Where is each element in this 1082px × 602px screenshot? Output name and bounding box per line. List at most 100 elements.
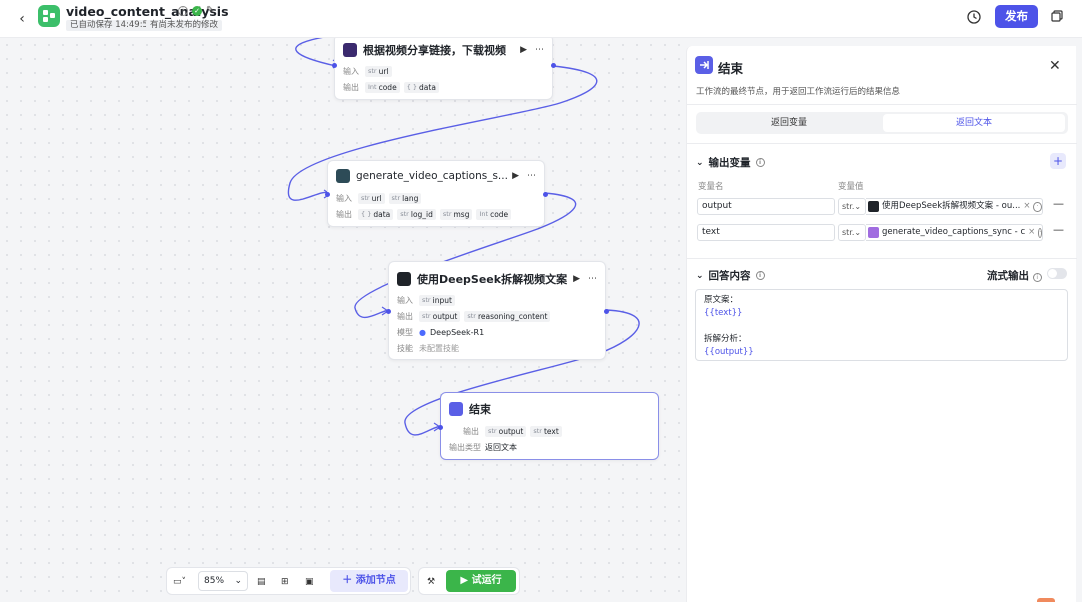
node-deepseek-analysis[interactable]: 使用DeepSeek拆解视频文案 ▶ ⋯ 输入 str input 输出 str o… bbox=[386, 261, 609, 360]
close-icon[interactable]: ✕ bbox=[1049, 58, 1061, 74]
stream-output-label: 流式输出 i bbox=[987, 268, 1042, 283]
output-port[interactable] bbox=[604, 309, 609, 314]
tab-return-variables[interactable]: 返回变量 bbox=[696, 112, 882, 134]
settings-icon[interactable]: · bbox=[1033, 201, 1042, 212]
add-node-button[interactable]: ＋ 添加节点 bbox=[330, 570, 408, 592]
remove-variable-button[interactable]: — bbox=[1053, 197, 1064, 210]
column-value-header: 变量值 bbox=[838, 182, 864, 192]
output-chip: str msg bbox=[439, 208, 473, 220]
app-logo-icon bbox=[38, 5, 60, 27]
stream-output-toggle[interactable] bbox=[1047, 268, 1067, 279]
input-port[interactable] bbox=[386, 309, 391, 314]
info-icon[interactable]: i bbox=[1032, 273, 1042, 282]
settings-icon[interactable]: · bbox=[1038, 227, 1042, 238]
zoom-select[interactable]: 85% ⌄ bbox=[198, 571, 248, 591]
unpublished-badge: 有尚未发布的修改 bbox=[146, 20, 223, 31]
header: ‹ video_content_analysis i ✓ ✎ 已自动保存 14:… bbox=[0, 0, 1082, 38]
answer-section[interactable]: ⌄ 回答内容 i bbox=[696, 268, 765, 283]
answer-variable: {{text}} bbox=[704, 308, 743, 318]
run-node-icon[interactable]: ▶ bbox=[573, 274, 580, 284]
debug-tool-icon[interactable]: ⚒ bbox=[427, 574, 435, 590]
output-label: 输出 bbox=[397, 311, 413, 321]
zoom-value: 85% bbox=[204, 576, 225, 586]
node-end[interactable]: 结束 输出 str output str text 输出类型 返回文本 bbox=[438, 392, 659, 460]
back-arrow-icon[interactable]: ‹ bbox=[12, 9, 32, 29]
publish-button[interactable]: 发布 bbox=[995, 5, 1038, 28]
node-download-video[interactable]: 根据视频分享链接，下载视频 ▶ ⋯ 输入 str url 输出 Int code {… bbox=[332, 38, 556, 100]
copy-icon[interactable] bbox=[1049, 8, 1067, 26]
output-type-value: 返回文本 bbox=[485, 442, 517, 452]
more-icon[interactable]: ⋯ bbox=[588, 274, 597, 284]
output-chip: { } data bbox=[358, 208, 394, 220]
input-label: 输入 bbox=[397, 295, 413, 305]
end-node-panel: 结束 ✕ 工作流的最终节点，用于返回工作流运行后的结果信息 返回变量 返回文本 … bbox=[686, 46, 1077, 602]
model-label: 模型 bbox=[397, 327, 413, 337]
node-generate-captions[interactable]: generate_video_captions_s... ▶ ⋯ 输入 str u… bbox=[325, 160, 548, 227]
answer-content-editor[interactable]: 原文案： {{text}} 拆解分析： {{output}} bbox=[695, 289, 1068, 361]
skill-value: 未配置技能 bbox=[419, 343, 459, 353]
output-label: 输出 bbox=[463, 426, 479, 436]
output-chip: Int code bbox=[476, 208, 512, 220]
output-port[interactable] bbox=[543, 192, 548, 197]
run-node-icon[interactable]: ▶ bbox=[512, 171, 519, 181]
workflow-canvas[interactable]: 根据视频分享链接，下载视频 ▶ ⋯ 输入 str url 输出 Int code {… bbox=[0, 38, 686, 602]
node-title: generate_video_captions_s... bbox=[356, 170, 508, 182]
var-value-text: 使用DeepSeek拆解视频文案 - ou... bbox=[882, 201, 1021, 211]
input-port[interactable] bbox=[438, 425, 443, 430]
history-icon[interactable] bbox=[965, 8, 985, 28]
info-icon[interactable]: i bbox=[178, 5, 188, 16]
comment-icon[interactable]: ▤ bbox=[257, 574, 266, 590]
edit-icon[interactable]: ✎ bbox=[206, 5, 214, 16]
deepseek-icon: ● bbox=[419, 327, 426, 337]
autosave-status: 已自动保存 14:49:55 bbox=[66, 20, 158, 31]
var-type-select[interactable]: str.⌄ bbox=[838, 198, 866, 215]
node-title: 根据视频分享链接，下载视频 bbox=[363, 44, 506, 57]
layout-icon[interactable]: ⊞ bbox=[281, 574, 289, 590]
var-name-input[interactable]: text bbox=[697, 224, 835, 241]
output-chip: str text bbox=[530, 425, 562, 437]
info-icon[interactable]: i bbox=[755, 271, 765, 280]
var-type-value: str. bbox=[842, 228, 855, 237]
remove-variable-button[interactable]: — bbox=[1053, 223, 1064, 236]
llm-icon bbox=[868, 201, 879, 212]
test-run-button[interactable]: ▶ 试运行 bbox=[446, 570, 516, 592]
input-label: 输入 bbox=[336, 193, 352, 203]
more-icon[interactable]: ⋯ bbox=[535, 45, 544, 55]
run-label: 试运行 bbox=[471, 575, 502, 586]
add-variable-button[interactable]: + bbox=[1050, 153, 1066, 169]
var-name-input[interactable]: output bbox=[697, 198, 835, 215]
info-icon[interactable]: i bbox=[755, 158, 765, 167]
output-label: 输出 bbox=[336, 209, 352, 219]
run-node-icon[interactable]: ▶ bbox=[520, 45, 527, 55]
output-vars-section[interactable]: ⌄ 输出变量 i bbox=[696, 155, 765, 170]
output-chip: str output bbox=[485, 425, 527, 437]
minimap-toggle-icon[interactable]: ▭˅ bbox=[173, 574, 186, 590]
answer-line: 拆解分析： bbox=[704, 334, 747, 344]
panel-description: 工作流的最终节点，用于返回工作流运行后的结果信息 bbox=[696, 87, 901, 97]
input-chip: str input bbox=[419, 294, 455, 306]
var-type-select[interactable]: str.⌄ bbox=[838, 224, 866, 241]
var-value-ref[interactable]: 使用DeepSeek拆解视频文案 - ou... × · bbox=[866, 198, 1043, 215]
panel-title: 结束 bbox=[718, 61, 744, 76]
output-chip: Int code bbox=[365, 81, 400, 93]
section-title: 回答内容 bbox=[708, 270, 751, 282]
answer-line bbox=[704, 320, 1059, 333]
var-type-value: str. bbox=[842, 202, 855, 211]
more-icon[interactable]: ⋯ bbox=[527, 171, 536, 181]
chevron-down-icon: ⌄ bbox=[696, 157, 704, 168]
output-chip: str log_id bbox=[397, 208, 436, 220]
llm-icon bbox=[397, 272, 411, 286]
answer-variable: {{output}} bbox=[704, 347, 754, 357]
input-port[interactable] bbox=[325, 192, 330, 197]
var-value-text: generate_video_captions_sync - c bbox=[882, 227, 1026, 237]
end-node-icon bbox=[449, 402, 463, 416]
tab-return-text[interactable]: 返回文本 bbox=[883, 114, 1065, 132]
output-port[interactable] bbox=[551, 63, 556, 68]
fit-view-icon[interactable]: ▣ bbox=[305, 574, 314, 590]
clear-icon[interactable]: × bbox=[1028, 225, 1035, 240]
node-title: 使用DeepSeek拆解视频文案 bbox=[417, 273, 568, 286]
feedback-tab[interactable] bbox=[1037, 598, 1055, 602]
clear-icon[interactable]: × bbox=[1023, 199, 1030, 214]
input-port[interactable] bbox=[332, 63, 337, 68]
var-value-ref[interactable]: generate_video_captions_sync - c × · bbox=[866, 224, 1043, 241]
